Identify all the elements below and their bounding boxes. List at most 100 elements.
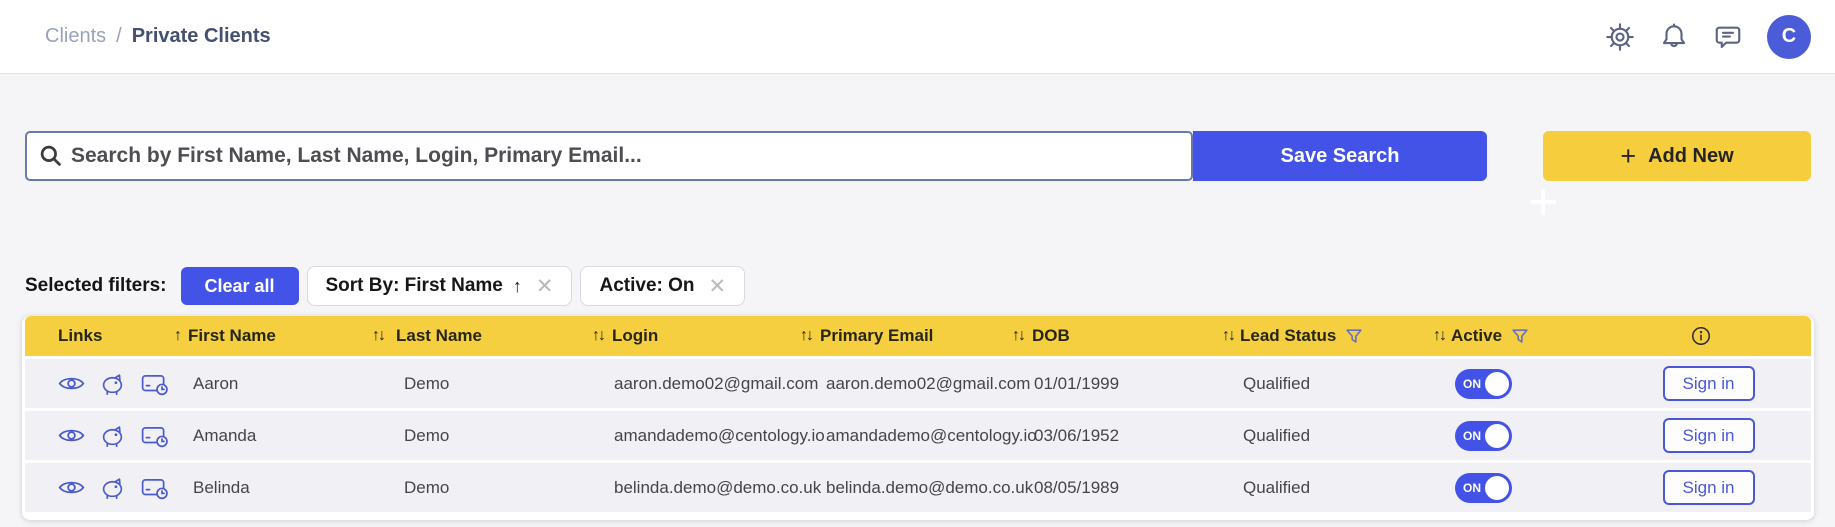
remove-sort-filter-icon[interactable]: ✕ <box>536 274 554 299</box>
cell-lead-status: Qualified <box>1125 463 1425 512</box>
view-eye-icon[interactable] <box>58 374 85 393</box>
remove-active-filter-icon[interactable]: ✕ <box>709 274 727 299</box>
column-label: Last Name <box>396 326 482 346</box>
sort-both-icon[interactable]: ↑↓ <box>1012 327 1024 345</box>
table-header-row: Links ↑ First Name ↑↓ Last Name ↑↓ Login… <box>25 316 1811 356</box>
cell-login: aaron.demo02@gmail.com <box>590 359 800 408</box>
filter-chip-text: Sort By: First Name <box>326 275 503 297</box>
piggy-bank-icon[interactable] <box>100 372 126 396</box>
ghost-plus-icon: + <box>1528 172 1558 232</box>
column-header-lead-status[interactable]: ↑↓ Lead Status <box>1125 316 1425 356</box>
column-label: Login <box>612 326 658 346</box>
breadcrumb-clients[interactable]: Clients <box>45 25 106 48</box>
messages-chat-icon[interactable] <box>1713 22 1743 52</box>
sign-in-button[interactable]: Sign in <box>1663 366 1755 401</box>
filter-funnel-icon[interactable] <box>1512 329 1528 344</box>
clients-table: Links ↑ First Name ↑↓ Last Name ↑↓ Login… <box>22 316 1814 520</box>
add-new-label: Add New <box>1648 145 1734 168</box>
cell-last-name: Demo <box>370 463 590 512</box>
cell-primary-email: amandademo@centology.io <box>800 411 1010 460</box>
column-label: Lead Status <box>1240 326 1336 346</box>
table-row: Belinda Demo belinda.demo@demo.co.uk bel… <box>25 463 1811 512</box>
column-label: First Name <box>188 326 276 346</box>
cell-dob: 08/05/1989 <box>1010 463 1125 512</box>
filter-funnel-icon[interactable] <box>1346 329 1362 344</box>
sort-both-icon[interactable]: ↑↓ <box>592 327 604 345</box>
save-search-button[interactable]: Save Search <box>1193 131 1487 181</box>
cell-actions: Sign in <box>1590 463 1811 512</box>
cell-dob: 03/06/1952 <box>1010 411 1125 460</box>
cell-active: ON <box>1425 359 1590 408</box>
column-header-info <box>1590 316 1811 356</box>
toggle-on-label: ON <box>1463 377 1481 391</box>
cell-login: amandademo@centology.io <box>590 411 800 460</box>
search-input[interactable] <box>71 144 1191 168</box>
toggle-knob <box>1485 476 1509 500</box>
piggy-bank-icon[interactable] <box>100 424 126 448</box>
cell-active: ON <box>1425 411 1590 460</box>
view-eye-icon[interactable] <box>58 426 85 445</box>
column-header-login[interactable]: ↑↓ Login <box>590 316 800 356</box>
plus-icon: + <box>1620 143 1636 170</box>
search-box <box>25 131 1193 181</box>
sort-both-icon[interactable]: ↑↓ <box>372 327 384 345</box>
view-eye-icon[interactable] <box>58 478 85 497</box>
column-label: Links <box>58 326 102 346</box>
add-new-button[interactable]: + Add New <box>1543 131 1811 181</box>
sort-both-icon[interactable]: ↑↓ <box>1433 327 1445 345</box>
toggle-on-label: ON <box>1463 481 1481 495</box>
sort-both-icon[interactable]: ↑↓ <box>1222 327 1234 345</box>
sort-asc-arrow-icon: ↑ <box>513 276 522 297</box>
table-row: Aaron Demo aaron.demo02@gmail.com aaron.… <box>25 359 1811 408</box>
active-toggle[interactable]: ON <box>1455 369 1512 399</box>
top-bar: Clients / Private Clients <box>0 0 1835 74</box>
cell-dob: 01/01/1999 <box>1010 359 1125 408</box>
settings-gear-icon[interactable] <box>1605 22 1635 52</box>
clear-all-button[interactable]: Clear all <box>181 267 299 305</box>
active-toggle[interactable]: ON <box>1455 421 1512 451</box>
column-header-active[interactable]: ↑↓ Active <box>1425 316 1590 356</box>
cell-actions: Sign in <box>1590 359 1811 408</box>
selected-filters-row: Selected filters: Clear all Sort By: Fir… <box>25 266 745 306</box>
row-links <box>25 463 165 512</box>
breadcrumb: Clients / Private Clients <box>45 25 271 48</box>
app-window: Clients / Private Clients <box>0 0 1835 527</box>
filter-chip-sort-by: Sort By: First Name ↑ ✕ <box>307 266 573 306</box>
user-avatar[interactable]: C <box>1767 15 1811 59</box>
filter-chip-text: Active: On <box>599 275 694 297</box>
toggle-knob <box>1485 424 1509 448</box>
cell-primary-email: belinda.demo@demo.co.uk <box>800 463 1010 512</box>
sign-in-button[interactable]: Sign in <box>1663 418 1755 453</box>
cell-last-name: Demo <box>370 411 590 460</box>
cell-actions: Sign in <box>1590 411 1811 460</box>
row-links <box>25 411 165 460</box>
cell-first-name: Belinda <box>165 463 370 512</box>
cell-last-name: Demo <box>370 359 590 408</box>
column-header-last-name[interactable]: ↑↓ Last Name <box>370 316 590 356</box>
sign-in-button[interactable]: Sign in <box>1663 470 1755 505</box>
cell-primary-email: aaron.demo02@gmail.com <box>800 359 1010 408</box>
toggle-on-label: ON <box>1463 429 1481 443</box>
column-label: DOB <box>1032 326 1070 346</box>
active-toggle[interactable]: ON <box>1455 473 1512 503</box>
cell-first-name: Aaron <box>165 359 370 408</box>
column-header-dob[interactable]: ↑↓ DOB <box>1010 316 1125 356</box>
column-label: Active <box>1451 326 1502 346</box>
breadcrumb-separator: / <box>116 25 122 48</box>
breadcrumb-private-clients: Private Clients <box>132 25 271 48</box>
column-header-primary-email[interactable]: ↑↓ Primary Email <box>800 316 1010 356</box>
sort-asc-icon[interactable]: ↑ <box>174 327 180 345</box>
cell-active: ON <box>1425 463 1590 512</box>
notifications-bell-icon[interactable] <box>1659 22 1689 52</box>
column-header-links: Links <box>25 316 165 356</box>
cell-login: belinda.demo@demo.co.uk <box>590 463 800 512</box>
piggy-bank-icon[interactable] <box>100 476 126 500</box>
info-icon[interactable] <box>1691 326 1711 346</box>
cell-lead-status: Qualified <box>1125 411 1425 460</box>
sort-both-icon[interactable]: ↑↓ <box>800 327 812 345</box>
filter-chip-active: Active: On ✕ <box>580 266 745 306</box>
column-header-first-name[interactable]: ↑ First Name <box>165 316 370 356</box>
cell-lead-status: Qualified <box>1125 359 1425 408</box>
column-label: Primary Email <box>820 326 933 346</box>
cell-first-name: Amanda <box>165 411 370 460</box>
